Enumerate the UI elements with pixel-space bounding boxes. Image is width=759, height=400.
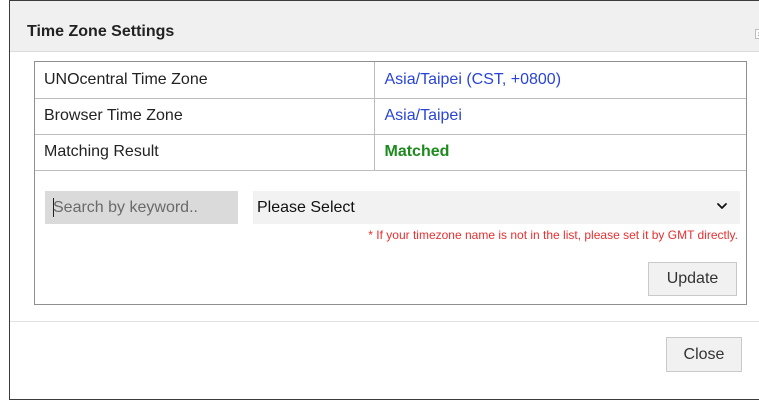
chevron-down-icon xyxy=(717,203,727,209)
timezone-select[interactable]: Please Select xyxy=(253,191,740,224)
close-icon[interactable]: × xyxy=(755,29,759,39)
dialog-title: Time Zone Settings xyxy=(27,23,175,40)
table-row: UNOcentral Time Zone Asia/Taipei (CST, +… xyxy=(35,62,746,99)
settings-panel: UNOcentral Time Zone Asia/Taipei (CST, +… xyxy=(34,61,747,305)
dialog-header: Time Zone Settings × xyxy=(10,1,759,52)
update-button[interactable]: Update xyxy=(648,262,737,296)
table-row: Browser Time Zone Asia/Taipei xyxy=(35,98,746,135)
footer-divider xyxy=(10,321,759,322)
timezone-hint: * If your timezone name is not in the li… xyxy=(368,228,738,242)
row-value-browser-time-zone: Asia/Taipei xyxy=(374,98,746,135)
search-input[interactable] xyxy=(45,191,238,224)
timezone-select-value: Please Select xyxy=(257,199,355,216)
matching-result-status: Matched xyxy=(374,134,746,171)
row-label-unocentral-time-zone: UNOcentral Time Zone xyxy=(35,62,375,99)
close-button[interactable]: Close xyxy=(666,337,742,372)
time-zone-settings-dialog: Time Zone Settings × UNOcentral Time Zon… xyxy=(9,0,759,400)
table-row: Matching Result Matched xyxy=(35,134,746,171)
row-label-matching-result: Matching Result xyxy=(35,134,375,171)
row-value-unocentral-time-zone: Asia/Taipei (CST, +0800) xyxy=(374,62,746,99)
row-label-browser-time-zone: Browser Time Zone xyxy=(35,98,375,135)
text-cursor xyxy=(53,198,54,217)
time-zone-info-table: UNOcentral Time Zone Asia/Taipei (CST, +… xyxy=(35,62,746,171)
